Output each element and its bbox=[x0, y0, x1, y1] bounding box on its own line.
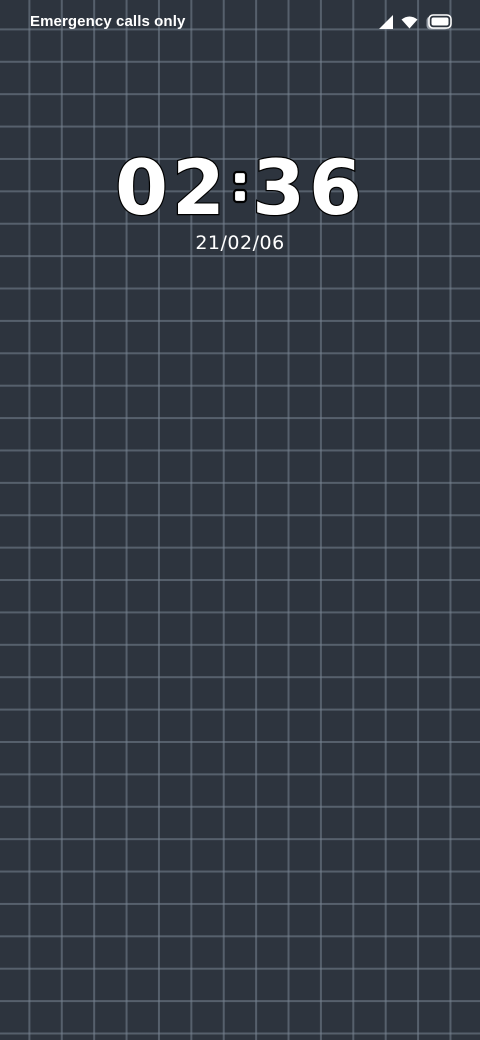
clock-minutes: 36 bbox=[252, 150, 366, 222]
wifi-icon bbox=[401, 16, 418, 29]
carrier-status-text: Emergency calls only bbox=[30, 13, 186, 30]
status-icons bbox=[379, 14, 452, 30]
signal-icon bbox=[379, 15, 393, 29]
battery-icon bbox=[426, 14, 452, 30]
status-bar: Emergency calls only bbox=[0, 0, 480, 44]
lockscreen-date: 21/02/06 bbox=[195, 232, 285, 254]
clock-separator bbox=[232, 170, 248, 204]
lockscreen-clock: 02 36 bbox=[0, 150, 480, 222]
clock-hours: 02 bbox=[115, 150, 229, 222]
